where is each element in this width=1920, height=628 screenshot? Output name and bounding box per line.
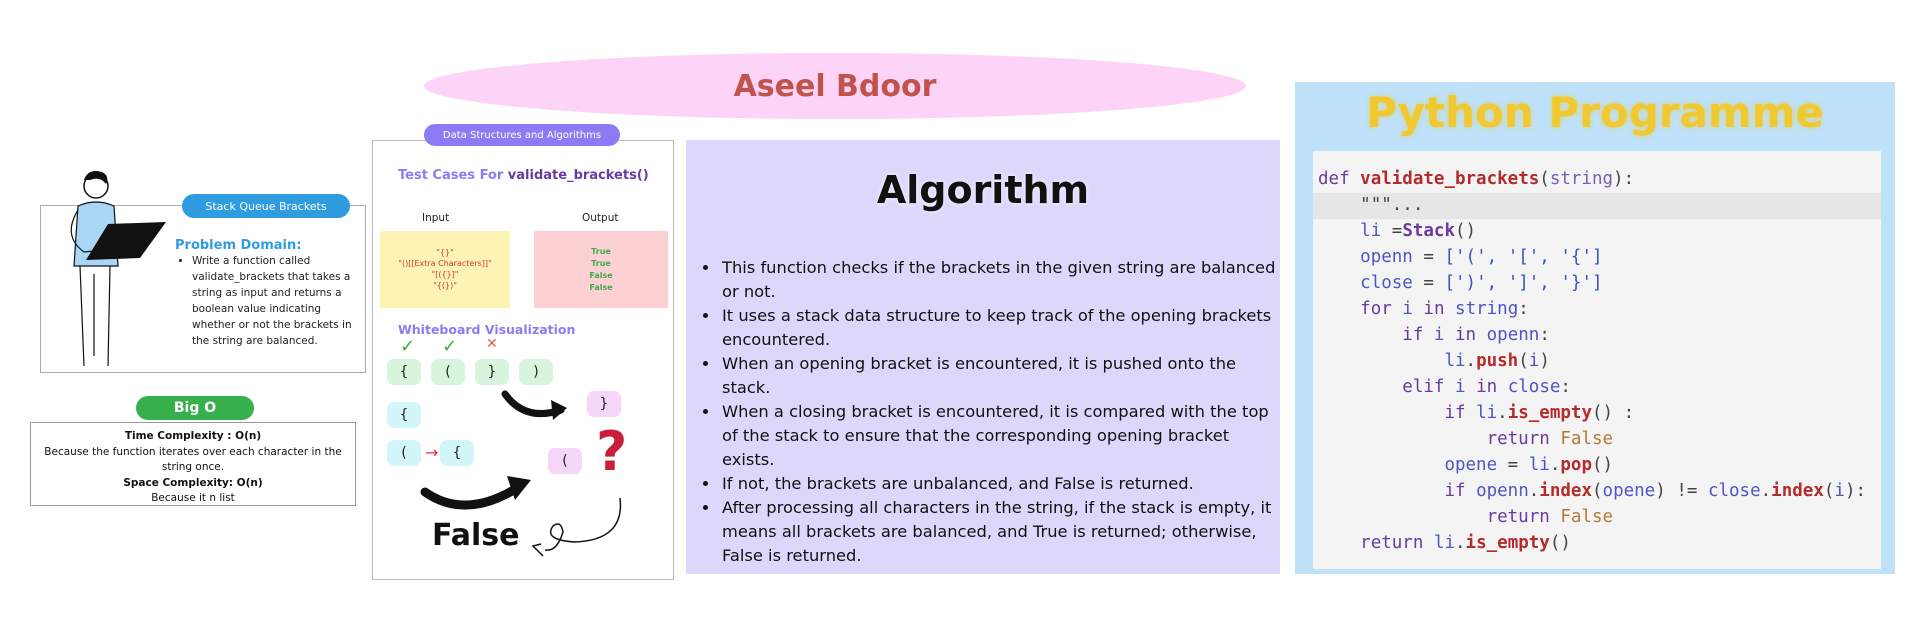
algorithm-title: Algorithm — [876, 168, 1090, 212]
problem-domain-heading: Problem Domain: — [175, 238, 302, 253]
whiteboard-title: Whiteboard Visualization — [398, 322, 576, 337]
title-banner: Aseel Bdoor — [424, 53, 1246, 119]
algorithm-step: If not, the brackets are unbalanced, and… — [720, 472, 1276, 496]
algorithm-steps: This function checks if the brackets in … — [706, 256, 1276, 568]
check-icon: ✓ — [442, 336, 458, 357]
dsa-tag-label: Data Structures and Algorithms — [442, 129, 602, 141]
input-case: "{}" — [436, 248, 454, 257]
dsa-tag: Data Structures and Algorithms — [424, 124, 620, 146]
test-cases-title-prefix: Test Cases For — [398, 168, 508, 183]
input-heading: Input — [422, 212, 450, 224]
output-case: True — [591, 259, 611, 268]
test-cases-title-fn: validate_brackets() — [507, 168, 649, 183]
input-case: "[({}]" — [431, 270, 459, 279]
space-complexity-text: Because it n list — [151, 492, 235, 504]
algorithm-step: It uses a stack data structure to keep t… — [720, 304, 1276, 352]
input-case: "()[[Extra Characters]]" — [398, 259, 492, 268]
output-cases: True True False False — [534, 231, 668, 308]
output-case: False — [589, 283, 613, 292]
big-o-box: Time Complexity : O(n) Because the funct… — [30, 422, 356, 506]
cross-icon: ✕ — [486, 336, 498, 352]
time-complexity-text: Because the function iterates over each … — [44, 445, 342, 474]
algorithm-step: This function checks if the brackets in … — [720, 256, 1276, 304]
page-title: Aseel Bdoor — [733, 68, 937, 104]
topic-tag: Stack Queue Brackets — [182, 194, 350, 218]
space-complexity-label: Space Complexity: O(n) — [123, 476, 263, 489]
time-complexity-label: Time Complexity : O(n) — [124, 430, 262, 442]
topic-tag-label: Stack Queue Brackets — [205, 199, 327, 213]
algorithm-step: When an opening bracket is encountered, … — [720, 352, 1276, 400]
whiteboard-arrows — [420, 390, 622, 557]
problem-domain-text: Write a function called validate_bracket… — [176, 253, 356, 349]
person-with-laptop-illustration — [70, 171, 166, 367]
output-heading: Output — [582, 212, 619, 224]
input-cases: "{}" "()[[Extra Characters]]" "[({}]" "{… — [380, 231, 510, 308]
question-mark-icon: ? — [596, 420, 628, 483]
output-case: True — [591, 247, 611, 256]
big-o-label: Big O — [173, 400, 217, 416]
algorithm-step: After processing all characters in the s… — [720, 496, 1276, 568]
code-text: def validate_brackets(string): """... li… — [1318, 169, 1867, 553]
big-o-tag: Big O — [136, 396, 254, 420]
problem-domain-bullet: Write a function called validate_bracket… — [192, 253, 356, 349]
output-case: False — [589, 271, 613, 280]
test-cases-title: Test Cases For validate_brackets() — [398, 168, 649, 183]
input-case: "{(})" — [433, 281, 457, 290]
python-title: Python Programme — [1366, 88, 1824, 137]
false-result: False — [432, 518, 520, 553]
algorithm-step: When a closing bracket is encountered, i… — [720, 400, 1276, 472]
check-icon: ✓ — [400, 336, 416, 357]
